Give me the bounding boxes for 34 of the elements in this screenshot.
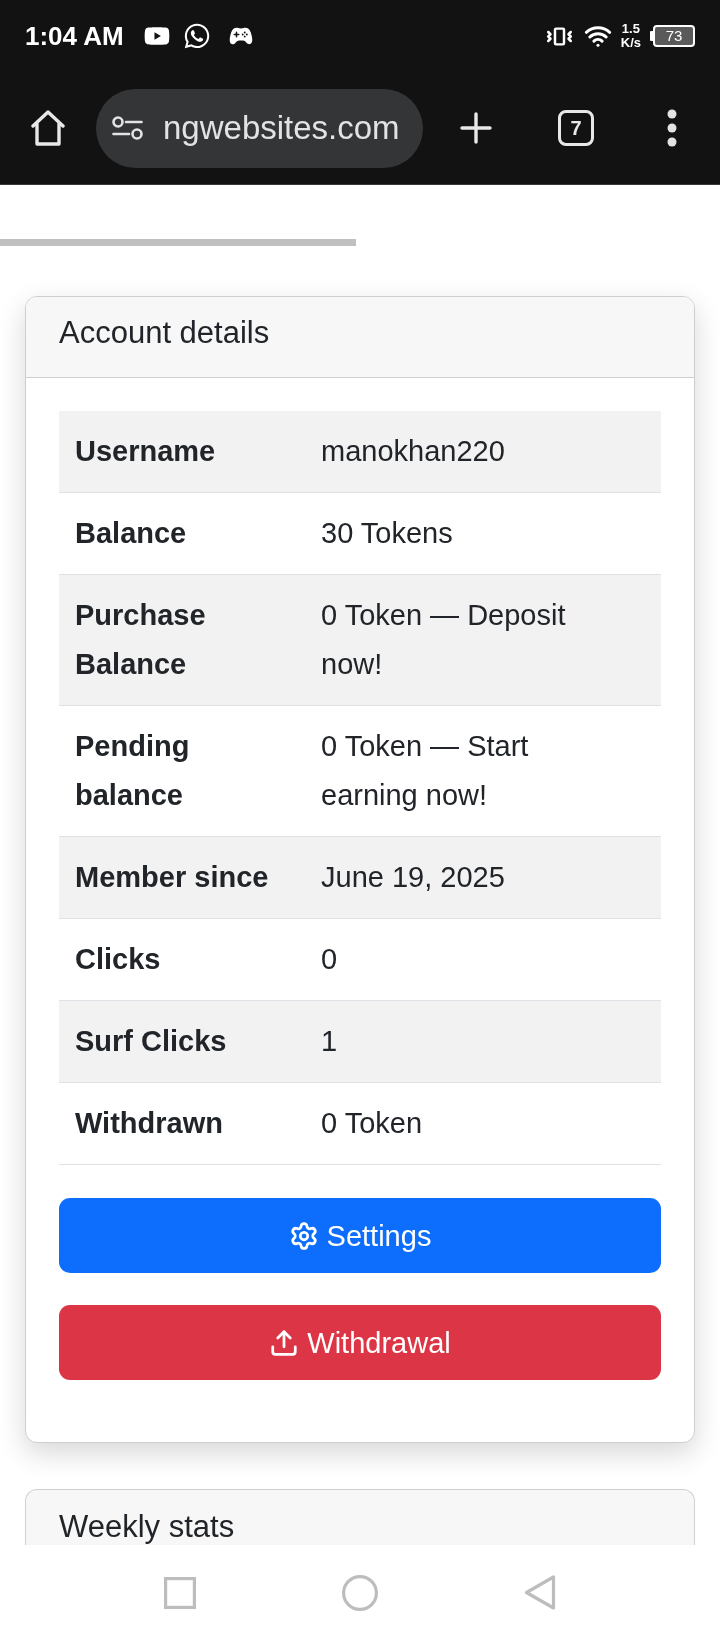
field-value: 0 Token — Start earning now!: [321, 729, 530, 813]
clock-time: 1:04 AM: [25, 21, 124, 51]
card-title: Weekly stats: [59, 1509, 235, 1545]
field-label: Purchase Balance: [75, 598, 207, 682]
card-title: Account details: [59, 318, 270, 347]
gear-icon: [288, 1220, 319, 1251]
battery-indicator: 73: [650, 25, 695, 47]
field-value: 1: [321, 1024, 338, 1059]
field-value: 0 Token — Deposit now!: [321, 598, 567, 682]
withdrawal-button[interactable]: Withdrawal: [59, 1305, 661, 1380]
field-label: Pending balance: [75, 729, 191, 813]
field-label: Clicks: [75, 942, 161, 977]
field-value: manokhan220: [321, 434, 505, 469]
plus-icon[interactable]: [460, 112, 492, 144]
more-menu-icon[interactable]: [667, 109, 677, 147]
field-label: Balance: [75, 516, 187, 551]
field-label: Withdrawn: [75, 1106, 223, 1141]
sliders-icon[interactable]: [112, 116, 143, 140]
settings-button[interactable]: Settings: [59, 1198, 661, 1273]
field-value: 30 Tokens: [321, 516, 453, 551]
field-label: Username: [75, 434, 216, 469]
tab-switcher-button[interactable]: 7: [558, 110, 594, 146]
url-text: ngwebsites.com: [163, 109, 400, 147]
field-value: 0: [321, 942, 338, 977]
speed-unit: K/s: [620, 36, 641, 50]
field-value: June 19, 2025: [321, 860, 505, 895]
field-value: 0 Token: [321, 1106, 423, 1141]
address-field[interactable]: ngwebsites.com: [96, 88, 423, 168]
upload-icon: [269, 1327, 300, 1358]
field-label: Member since: [75, 860, 269, 895]
home-icon[interactable]: [31, 110, 65, 146]
phone-chat-icon: [182, 22, 211, 50]
field-label: Surf Clicks: [75, 1024, 227, 1059]
speed-value: 1.5: [621, 22, 640, 36]
